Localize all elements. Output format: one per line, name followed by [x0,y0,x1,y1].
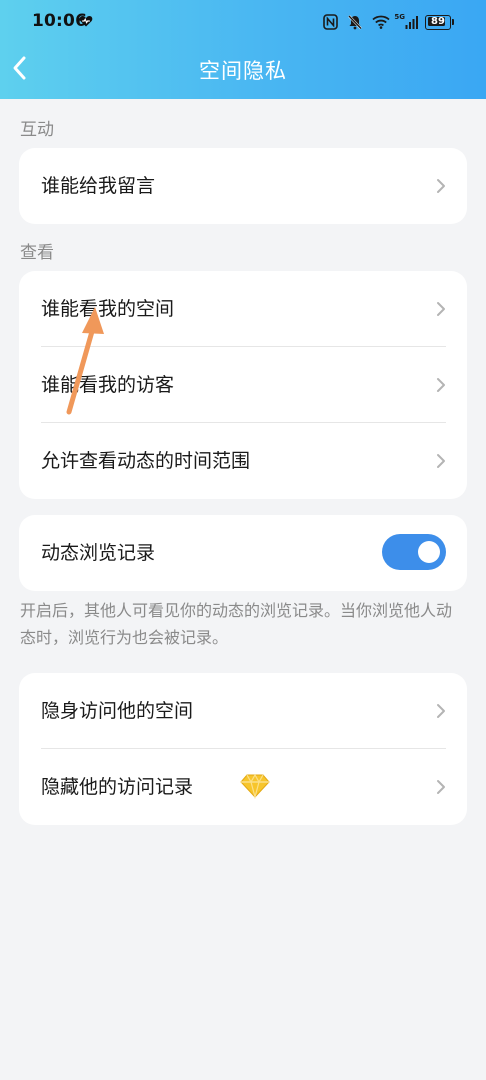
browse-record-toggle[interactable] [382,534,446,570]
chevron-right-icon [437,780,445,794]
row-browse-record: 动态浏览记录 [19,515,467,591]
row-label: 隐藏他的访问记录 [41,776,194,798]
row-label: 谁能给我留言 [41,175,156,197]
row-label: 允许查看动态的时间范围 [41,450,251,472]
battery-icon: 89 [425,14,451,30]
row-label: 谁能看我的空间 [41,298,175,320]
row-who-can-view-visitors[interactable]: 谁能看我的访客 [19,347,467,423]
chevron-right-icon [437,378,445,392]
status-bar: 10:06 5G 89 [0,0,486,44]
mute-bell-icon [348,15,363,30]
row-label: 隐身访问他的空间 [41,700,194,722]
row-who-can-message[interactable]: 谁能给我留言 [19,148,467,224]
toggle-knob [418,541,440,563]
card-view: 谁能看我的空间 谁能看我的访客 允许查看动态的时间范围 [19,271,467,499]
chevron-right-icon [437,179,445,193]
heart-icon [79,15,93,27]
row-label: 动态浏览记录 [41,542,156,564]
header-bar: 10:06 5G 89 空间隐私 [0,0,486,99]
nfc-icon [323,14,339,30]
card-visit: 隐身访问他的空间 隐藏他的访问记录 [19,673,467,825]
page-title: 空间隐私 [199,59,287,83]
card-interaction: 谁能给我留言 [19,148,467,224]
status-icons: 5G 89 [323,12,454,32]
battery-cap [452,19,454,25]
browse-record-hint: 开启后，其他人可看见你的动态的浏览记录。当你浏览他人动态时，浏览行为也会被记录。 [20,601,453,647]
wifi-icon [372,15,390,29]
chevron-right-icon [437,704,445,718]
diamond-icon [240,773,270,799]
row-hide-visit-record[interactable]: 隐藏他的访问记录 [19,749,467,825]
network-type: 5G [394,13,405,21]
row-feed-time-range[interactable]: 允许查看动态的时间范围 [19,423,467,499]
section-label-interaction: 互动 [20,120,54,140]
section-label-view: 查看 [20,243,54,263]
battery-text: 89 [431,15,445,27]
row-who-can-view-space[interactable]: 谁能看我的空间 [19,271,467,347]
signal-icon [405,16,418,29]
row-label: 谁能看我的访客 [41,374,175,396]
card-browse-record: 动态浏览记录 [19,515,467,591]
row-stealth-visit[interactable]: 隐身访问他的空间 [19,673,467,749]
chevron-right-icon [437,454,445,468]
chevron-right-icon [437,302,445,316]
